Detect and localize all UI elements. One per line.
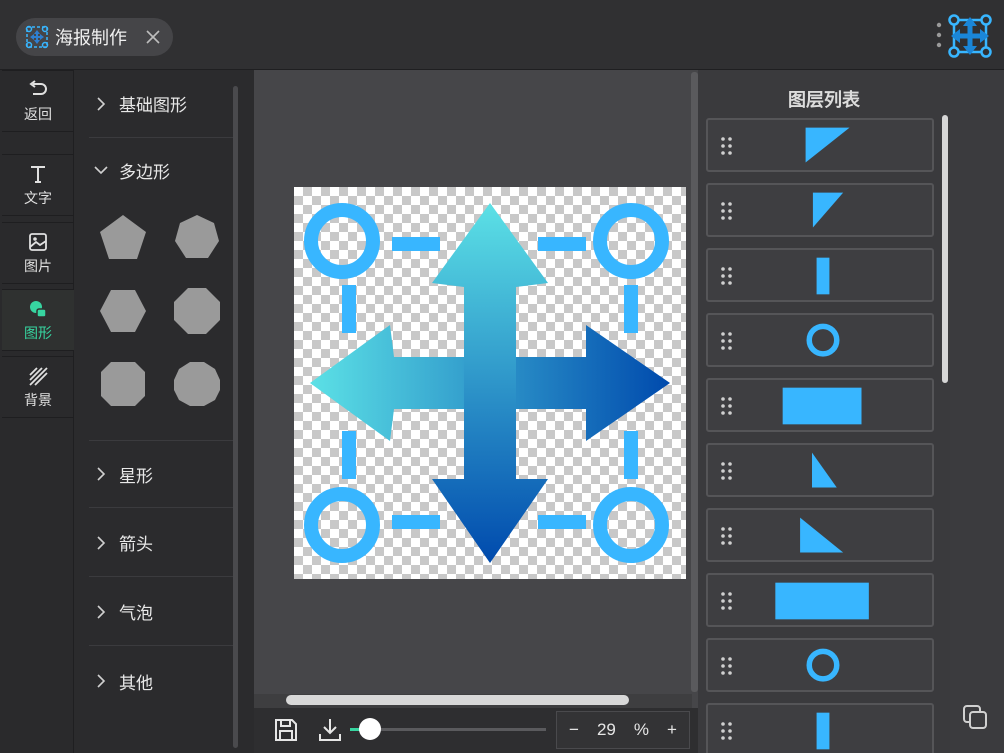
image-icon [29,232,47,251]
rail-label-image: 图片 [24,257,52,274]
more-options-icon[interactable] [936,20,942,50]
layer-row[interactable] [706,573,934,627]
category-basic-shapes[interactable]: 基础图形 [89,70,235,138]
document-tab[interactable]: 海报制作 [16,18,173,56]
rail-label-back: 返回 [24,105,52,122]
category-scrollbar[interactable] [233,86,238,748]
zoom-unit: % [633,720,650,739]
hexagon-shape[interactable] [97,285,149,337]
drag-handle-icon[interactable] [720,136,734,156]
canvas-workspace [254,70,698,708]
text-icon [31,165,45,183]
layer-thumbnail [805,127,850,163]
layer-row[interactable] [706,248,934,302]
shapes-icon [30,300,47,318]
drag-handle-icon[interactable] [720,461,734,481]
rail-label-text: 文字 [24,189,52,206]
layer-thumbnail [812,452,837,488]
rail-item-text[interactable]: 文字 [2,154,74,216]
layer-row[interactable] [706,183,934,237]
copy-icon[interactable] [960,702,990,732]
drag-handle-icon[interactable] [720,396,734,416]
canvas-vertical-scrollbar[interactable] [691,72,698,692]
layer-row[interactable] [706,638,934,692]
layers-title: 图层列表 [788,90,860,110]
rail-label-shapes: 图形 [24,324,52,341]
category-label: 气泡 [119,604,153,623]
drag-handle-icon[interactable] [720,526,734,546]
right-edge-panel [950,70,1004,753]
layer-thumbnail [800,517,844,553]
layer-thumbnail [775,582,869,620]
chevron-right-icon [97,96,106,111]
canvas-toolbar: − 29 % + [254,708,698,753]
zoom-value[interactable]: 29 [597,720,616,740]
chevron-right-icon [97,674,106,688]
rail-item-image[interactable]: 图片 [2,222,74,284]
category-label: 多边形 [119,162,170,182]
layer-thumbnail [812,192,844,228]
canvas-horizontal-scrollbar[interactable] [286,695,629,705]
layer-row[interactable] [706,443,934,497]
close-icon[interactable] [143,27,163,47]
drag-handle-icon[interactable] [720,721,734,741]
category-stars[interactable]: 星形 [89,440,235,508]
layer-row[interactable] [706,378,934,432]
hatch-icon [29,366,48,386]
shape-category-panel: 基础图形 多边形 星形 箭头 气泡 其他 [75,70,253,753]
category-other[interactable]: 其他 [89,647,235,715]
drag-handle-icon[interactable] [720,591,734,611]
drag-handle-icon[interactable] [720,331,734,351]
app-icon [25,25,49,49]
chevron-down-icon [94,166,108,175]
zoom-control: − 29 % + [556,711,690,749]
move-arrows-artwork[interactable] [294,187,686,579]
category-label: 星形 [119,466,153,486]
move-arrows-logo-icon [948,14,992,58]
category-label: 箭头 [119,535,153,554]
zoom-slider-handle[interactable] [358,718,381,740]
chevron-right-icon [97,604,106,619]
zoom-in-button[interactable]: + [667,720,677,740]
layer-thumbnail [782,387,862,425]
rail-item-back[interactable]: 返回 [2,70,74,132]
decagon-shape[interactable] [171,358,223,410]
layer-row[interactable] [706,313,934,367]
heptagon-shape[interactable] [171,212,223,264]
layers-panel: 图层列表 [698,70,950,753]
drag-handle-icon[interactable] [720,656,734,676]
category-bubbles[interactable]: 气泡 [89,578,235,646]
category-arrows[interactable]: 箭头 [89,509,235,577]
undo-icon [29,79,47,95]
header-bar: 海报制作 [0,0,1004,70]
category-label: 基础图形 [119,96,187,115]
category-label: 其他 [119,673,153,693]
octagon-shape[interactable] [171,285,223,337]
pentagon-shape[interactable] [97,212,149,264]
layer-thumbnail [816,712,830,750]
save-icon[interactable] [272,716,300,744]
layer-row[interactable] [706,703,934,753]
rail-label-background: 背景 [24,391,52,408]
drag-handle-icon[interactable] [720,201,734,221]
tab-title: 海报制作 [55,28,127,48]
drag-handle-icon[interactable] [720,266,734,286]
download-icon[interactable] [316,716,344,744]
chevron-right-icon [97,467,106,481]
rail-item-shapes[interactable]: 图形 [2,289,74,351]
layer-thumbnail [806,648,840,682]
zoom-out-button[interactable]: − [569,720,579,740]
layer-row[interactable] [706,508,934,562]
tool-rail: 返回 文字 图片 图形 背景 [0,70,74,753]
nonagon-shape[interactable] [97,358,149,410]
layer-row[interactable] [706,118,934,172]
poster-canvas[interactable] [294,187,686,579]
layers-scrollbar[interactable] [942,115,948,383]
layer-thumbnail [806,323,840,357]
chevron-right-icon [97,535,106,550]
category-polygons[interactable]: 多边形 [89,136,235,204]
layer-thumbnail [816,257,830,295]
rail-item-background[interactable]: 背景 [2,356,74,418]
